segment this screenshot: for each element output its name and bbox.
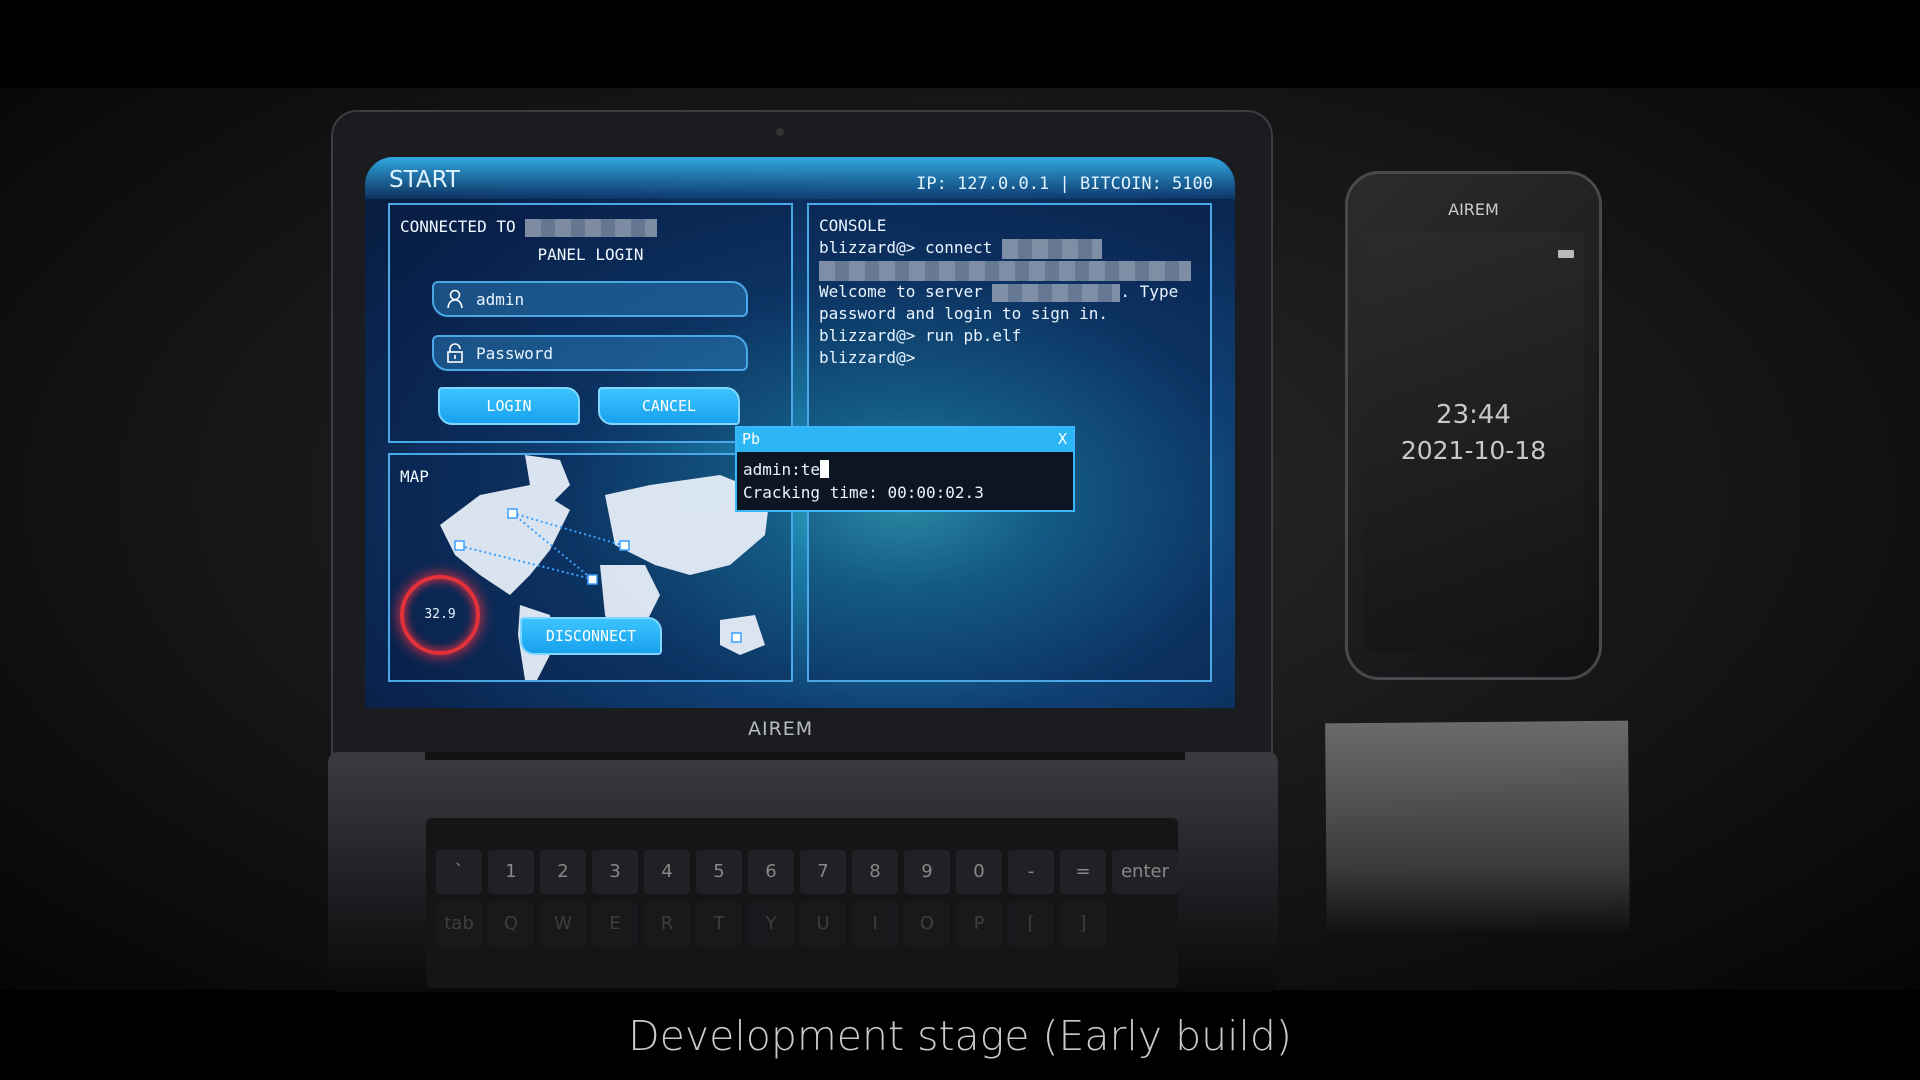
- key-E[interactable]: E: [592, 902, 638, 946]
- key-1[interactable]: 1: [488, 850, 534, 894]
- key-W[interactable]: W: [540, 902, 586, 946]
- pb-title: Pb: [742, 430, 761, 448]
- user-icon: [447, 289, 463, 309]
- console-line: password and login to sign in.: [819, 304, 1108, 323]
- key-O[interactable]: O: [904, 902, 950, 946]
- key-=[interactable]: =: [1060, 850, 1106, 894]
- redacted-address: [1002, 238, 1103, 259]
- node-marker: [454, 540, 465, 551]
- connected-to: CONNECTED TO: [400, 217, 658, 237]
- redacted-address: [992, 283, 1121, 302]
- close-button[interactable]: X: [1058, 430, 1067, 448]
- pb-dialog: Pb X admin:te Cracking time: 00:00:02.3: [735, 426, 1075, 512]
- separator: |: [1059, 174, 1070, 194]
- key-4[interactable]: 4: [644, 850, 690, 894]
- key-0[interactable]: 0: [956, 850, 1002, 894]
- username-field[interactable]: admin: [432, 281, 748, 317]
- webcam: [776, 128, 784, 136]
- node-marker: [731, 632, 742, 643]
- connected-to-label: CONNECTED TO: [400, 217, 516, 236]
- key-2[interactable]: 2: [540, 850, 586, 894]
- phone-brand: AIREM: [1448, 200, 1499, 219]
- login-button[interactable]: LOGIN: [438, 387, 580, 425]
- key-Q[interactable]: Q: [488, 902, 534, 946]
- start-title[interactable]: START: [389, 167, 460, 193]
- redacted-text: [819, 260, 1191, 281]
- ip-label: IP: 127.0.0.1: [916, 174, 1050, 194]
- cancel-button[interactable]: CANCEL: [598, 387, 740, 425]
- trace-gauge: 32.9: [400, 575, 480, 655]
- key-enter[interactable]: enter: [1112, 850, 1178, 894]
- key-T[interactable]: T: [696, 902, 742, 946]
- key-6[interactable]: 6: [748, 850, 794, 894]
- phone-screen: 23:44 2021-10-18: [1363, 232, 1584, 652]
- console-line: blizzard@> run pb.elf: [819, 326, 1022, 345]
- key-3[interactable]: 3: [592, 850, 638, 894]
- lock-icon: [447, 343, 463, 363]
- key-[[interactable]: [: [1008, 902, 1054, 946]
- console-line: Welcome to server . Type: [819, 282, 1179, 302]
- console-output: CONSOLE blizzard@> connect Welcome to ser…: [819, 215, 1191, 369]
- key-7[interactable]: 7: [800, 850, 846, 894]
- node-marker: [619, 540, 630, 551]
- battery-icon: [1558, 250, 1574, 258]
- pb-titlebar[interactable]: Pb X: [737, 428, 1073, 452]
- node-marker: [507, 508, 518, 519]
- node-marker: [587, 574, 598, 585]
- console-heading: CONSOLE: [819, 216, 887, 235]
- caption: Development stage (Early build): [628, 1012, 1292, 1060]
- key-tab[interactable]: tab: [436, 902, 482, 946]
- pb-output[interactable]: admin:te Cracking time: 00:00:02.3: [737, 452, 1073, 510]
- console-prompt[interactable]: blizzard@>: [819, 347, 1191, 369]
- key-8[interactable]: 8: [852, 850, 898, 894]
- key--[interactable]: -: [1008, 850, 1054, 894]
- text-cursor: [820, 460, 830, 478]
- key-P[interactable]: P: [956, 902, 1002, 946]
- pb-input-line: admin:te: [743, 458, 1067, 481]
- redacted-address: [525, 218, 658, 237]
- laptop-brand: AIREM: [748, 718, 814, 740]
- key-5[interactable]: 5: [696, 850, 742, 894]
- australia: [720, 615, 765, 655]
- keyboard: ` 1 2 3 4 5 6 7 8 9 0- = enter tab Q W E R T Y U I O P[]: [426, 818, 1178, 988]
- map-panel: MAP 32.9 DISCONNECT: [388, 453, 793, 682]
- key-I[interactable]: I: [852, 902, 898, 946]
- status-bar: IP: 127.0.0.1 | BITCOIN: 5100: [916, 174, 1213, 194]
- key-`[interactable]: `: [436, 850, 482, 894]
- key-9[interactable]: 9: [904, 850, 950, 894]
- key-R[interactable]: R: [644, 902, 690, 946]
- username-value: admin: [476, 290, 525, 309]
- console-redacted-line: [819, 259, 1191, 281]
- bitcoin-label: BITCOIN: 5100: [1079, 174, 1213, 194]
- disconnect-button[interactable]: DISCONNECT: [520, 617, 662, 655]
- laptop-hinge: [425, 752, 1185, 760]
- key-Y[interactable]: Y: [748, 902, 794, 946]
- login-panel: CONNECTED TO PANEL LOGIN admin Password …: [388, 203, 793, 443]
- console-line: blizzard@> connect: [819, 237, 1191, 259]
- phone-date: 2021-10-18: [1400, 436, 1547, 465]
- password-placeholder: Password: [476, 344, 554, 363]
- panel-login-heading: PANEL LOGIN: [537, 245, 644, 264]
- phone-time: 23:44: [1436, 400, 1511, 430]
- cracking-time: Cracking time: 00:00:02.3: [743, 483, 984, 502]
- key-][interactable]: ]: [1060, 902, 1106, 946]
- paper-note: [1325, 720, 1630, 934]
- key-U[interactable]: U: [800, 902, 846, 946]
- pb-input: admin:te: [743, 460, 821, 479]
- password-field[interactable]: Password: [432, 335, 748, 371]
